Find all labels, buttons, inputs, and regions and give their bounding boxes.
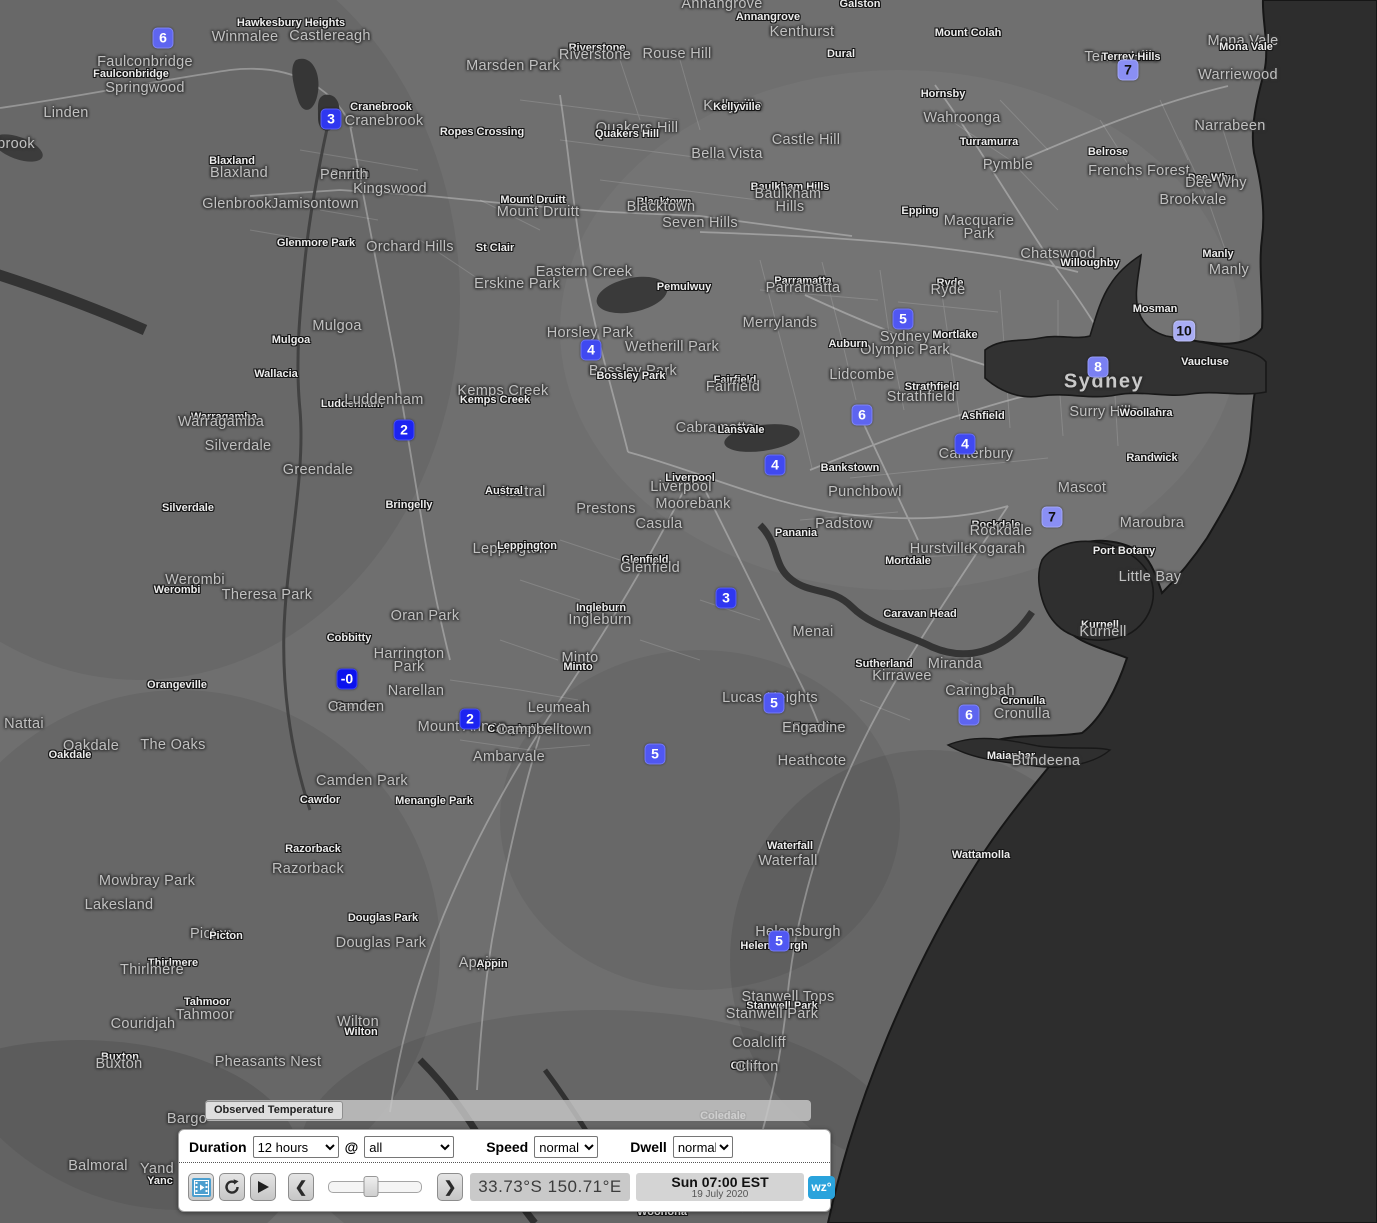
at-label: @ <box>345 1139 359 1155</box>
temperature-marker[interactable]: 4 <box>955 434 976 455</box>
map-base-svg <box>0 0 1377 1223</box>
temperature-marker[interactable]: 6 <box>852 405 873 426</box>
animation-settings-row: Duration 12 hours @ all Speed normal Dwe… <box>179 1130 830 1163</box>
layer-tab-bar: Observed Temperature <box>205 1100 811 1121</box>
animate-button[interactable] <box>188 1173 214 1201</box>
temperature-marker[interactable]: 5 <box>769 931 790 952</box>
temperature-marker[interactable]: 2 <box>394 420 415 441</box>
temperature-marker[interactable]: 5 <box>764 693 785 714</box>
temperature-marker[interactable]: 6 <box>959 705 980 726</box>
play-button[interactable] <box>250 1173 276 1201</box>
datetime-time: Sun 07:00 EST <box>671 1175 768 1189</box>
temperature-marker[interactable]: 10 <box>1173 321 1195 342</box>
timeline-slider[interactable] <box>328 1181 422 1193</box>
duration-label: Duration <box>189 1139 247 1155</box>
layer-tab-observed-temperature[interactable]: Observed Temperature <box>205 1101 343 1120</box>
map-viewport[interactable]: Hawkesbury HeightsWinmaleeCastlereaghFau… <box>0 0 1377 1223</box>
step-forward-button[interactable]: ❯ <box>437 1173 463 1201</box>
temperature-marker[interactable]: 4 <box>581 340 602 361</box>
playback-row: ❮ ❯ 33.73°S 150.71°E Sun 07:00 EST 19 Ju… <box>179 1163 830 1211</box>
temperature-marker[interactable]: 7 <box>1118 60 1139 81</box>
dwell-label: Dwell <box>630 1139 667 1155</box>
datetime-date: 19 July 2020 <box>692 1189 749 1200</box>
temperature-marker[interactable]: 6 <box>153 28 174 49</box>
temperature-marker[interactable]: 7 <box>1042 507 1063 528</box>
speed-label: Speed <box>486 1139 528 1155</box>
play-icon <box>256 1180 270 1194</box>
datetime-display: Sun 07:00 EST 19 July 2020 <box>636 1173 804 1201</box>
speed-select[interactable]: normal <box>534 1136 598 1158</box>
animation-control-panel: Duration 12 hours @ all Speed normal Dwe… <box>178 1129 831 1212</box>
temperature-marker[interactable]: 5 <box>893 309 914 330</box>
duration-select[interactable]: 12 hours <box>253 1136 339 1158</box>
temperature-marker[interactable]: 4 <box>765 455 786 476</box>
step-back-button[interactable]: ❮ <box>288 1173 314 1201</box>
filmstrip-icon <box>192 1178 211 1197</box>
weatherzone-logo[interactable]: wz° <box>808 1176 835 1199</box>
loop-icon <box>223 1178 241 1196</box>
temperature-marker[interactable]: 3 <box>321 109 342 130</box>
temperature-marker[interactable]: 8 <box>1088 357 1109 378</box>
at-select[interactable]: all <box>364 1136 454 1158</box>
chevron-right-icon: ❯ <box>444 1178 457 1196</box>
dwell-select[interactable]: normal <box>673 1136 733 1158</box>
temperature-marker[interactable]: 5 <box>645 744 666 765</box>
temperature-marker[interactable]: 3 <box>716 588 737 609</box>
coordinates-display: 33.73°S 150.71°E <box>470 1173 630 1201</box>
chevron-left-icon: ❮ <box>295 1178 308 1196</box>
timeline-slider-handle[interactable] <box>364 1176 379 1197</box>
loop-button[interactable] <box>219 1173 245 1201</box>
temperature-marker[interactable]: 2 <box>460 709 481 730</box>
temperature-marker[interactable]: -0 <box>337 669 358 690</box>
